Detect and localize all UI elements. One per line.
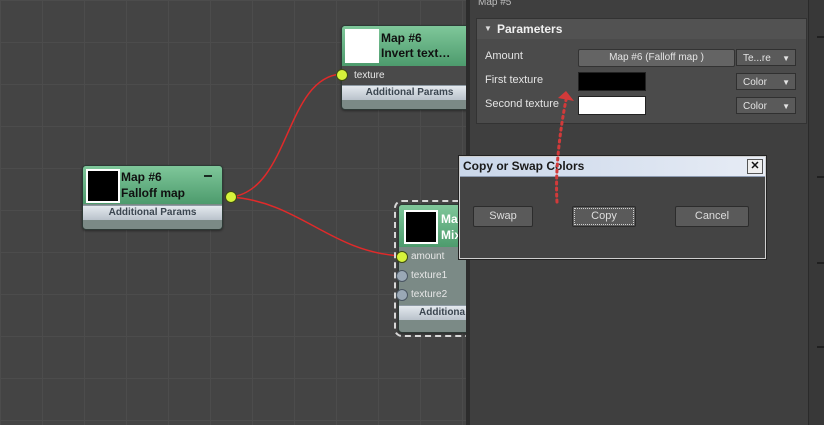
node-title: Map #6 (381, 31, 422, 45)
dropdown-value: Color (743, 77, 767, 88)
amount-type-dropdown[interactable]: Te...re ▼ (736, 49, 796, 66)
slot-texture[interactable]: texture (342, 66, 470, 85)
dropdown-value: Te...re (743, 53, 771, 64)
chevron-down-icon: ▼ (782, 102, 790, 111)
dropdown-value: Color (743, 101, 767, 112)
first-type-dropdown[interactable]: Color ▼ (736, 73, 796, 90)
node-subtitle: Falloff map (121, 186, 186, 200)
node-invert[interactable]: Map #6 Invert text… texture Additional P… (341, 25, 470, 110)
strip-tick (817, 346, 824, 348)
node-subtitle: Invert text… (381, 46, 451, 60)
amount-map-button[interactable]: Map #6 (Falloff map ) (578, 49, 735, 67)
node-title: Map #6 (121, 170, 162, 184)
right-scroll-strip[interactable] (808, 0, 824, 425)
first-texture-label: First texture (485, 74, 544, 86)
dialog-title: Copy or Swap Colors (463, 159, 585, 173)
footer-label: Additional Params (108, 207, 197, 218)
dialog-titlebar[interactable]: Copy or Swap Colors ✕ (460, 157, 765, 177)
node-thumbnail (404, 210, 438, 244)
second-type-dropdown[interactable]: Color ▼ (736, 97, 796, 114)
strip-tick (817, 36, 824, 38)
socket-texture2[interactable] (396, 289, 408, 301)
node-thumbnail (86, 169, 120, 203)
second-texture-label: Second texture (485, 98, 559, 110)
rollout-header[interactable]: ▼ Parameters (477, 19, 806, 39)
wire-falloff-to-amount[interactable] (230, 196, 402, 257)
cancel-button[interactable]: Cancel (675, 206, 749, 227)
node-footer[interactable]: Additiona (399, 305, 470, 320)
second-color-swatch[interactable] (578, 96, 646, 115)
socket-texture[interactable] (336, 69, 348, 81)
first-color-swatch[interactable] (578, 72, 646, 91)
copy-button[interactable]: Copy (572, 206, 636, 227)
slot-label: texture (354, 70, 385, 81)
socket-texture1[interactable] (396, 270, 408, 282)
strip-tick (817, 176, 824, 178)
amount-label: Amount (485, 50, 523, 62)
parameters-rollout: ▼ Parameters Amount Map #6 (Falloff map … (476, 18, 807, 124)
socket-output[interactable] (225, 191, 237, 203)
wire-falloff-to-texture[interactable] (230, 73, 342, 198)
close-icon[interactable]: ✕ (747, 159, 763, 174)
chevron-down-icon: ▼ (782, 78, 790, 87)
node-thumbnail (345, 29, 379, 63)
strip-tick (817, 262, 824, 264)
copy-swap-dialog: Copy or Swap Colors ✕ Swap Copy Cancel (459, 156, 766, 259)
swap-button[interactable]: Swap (473, 206, 533, 227)
node-canvas[interactable]: Map #6 Invert text… texture Additional P… (0, 0, 470, 425)
rollout-title: Parameters (497, 22, 563, 36)
minus-icon[interactable] (204, 175, 212, 177)
collapse-arrow-icon: ▼ (484, 24, 492, 33)
map-label: Map #5 (478, 0, 512, 8)
slot-texture1[interactable]: texture1 (399, 266, 470, 285)
node-falloff[interactable]: Map #6 Falloff map Additional Params (82, 165, 223, 230)
node-footer[interactable]: Additional Params (83, 205, 222, 220)
node-footer[interactable]: Additional Params (342, 85, 470, 100)
slot-texture2[interactable]: texture2 (399, 285, 470, 304)
socket-amount[interactable] (396, 251, 408, 263)
chevron-down-icon: ▼ (782, 54, 790, 63)
